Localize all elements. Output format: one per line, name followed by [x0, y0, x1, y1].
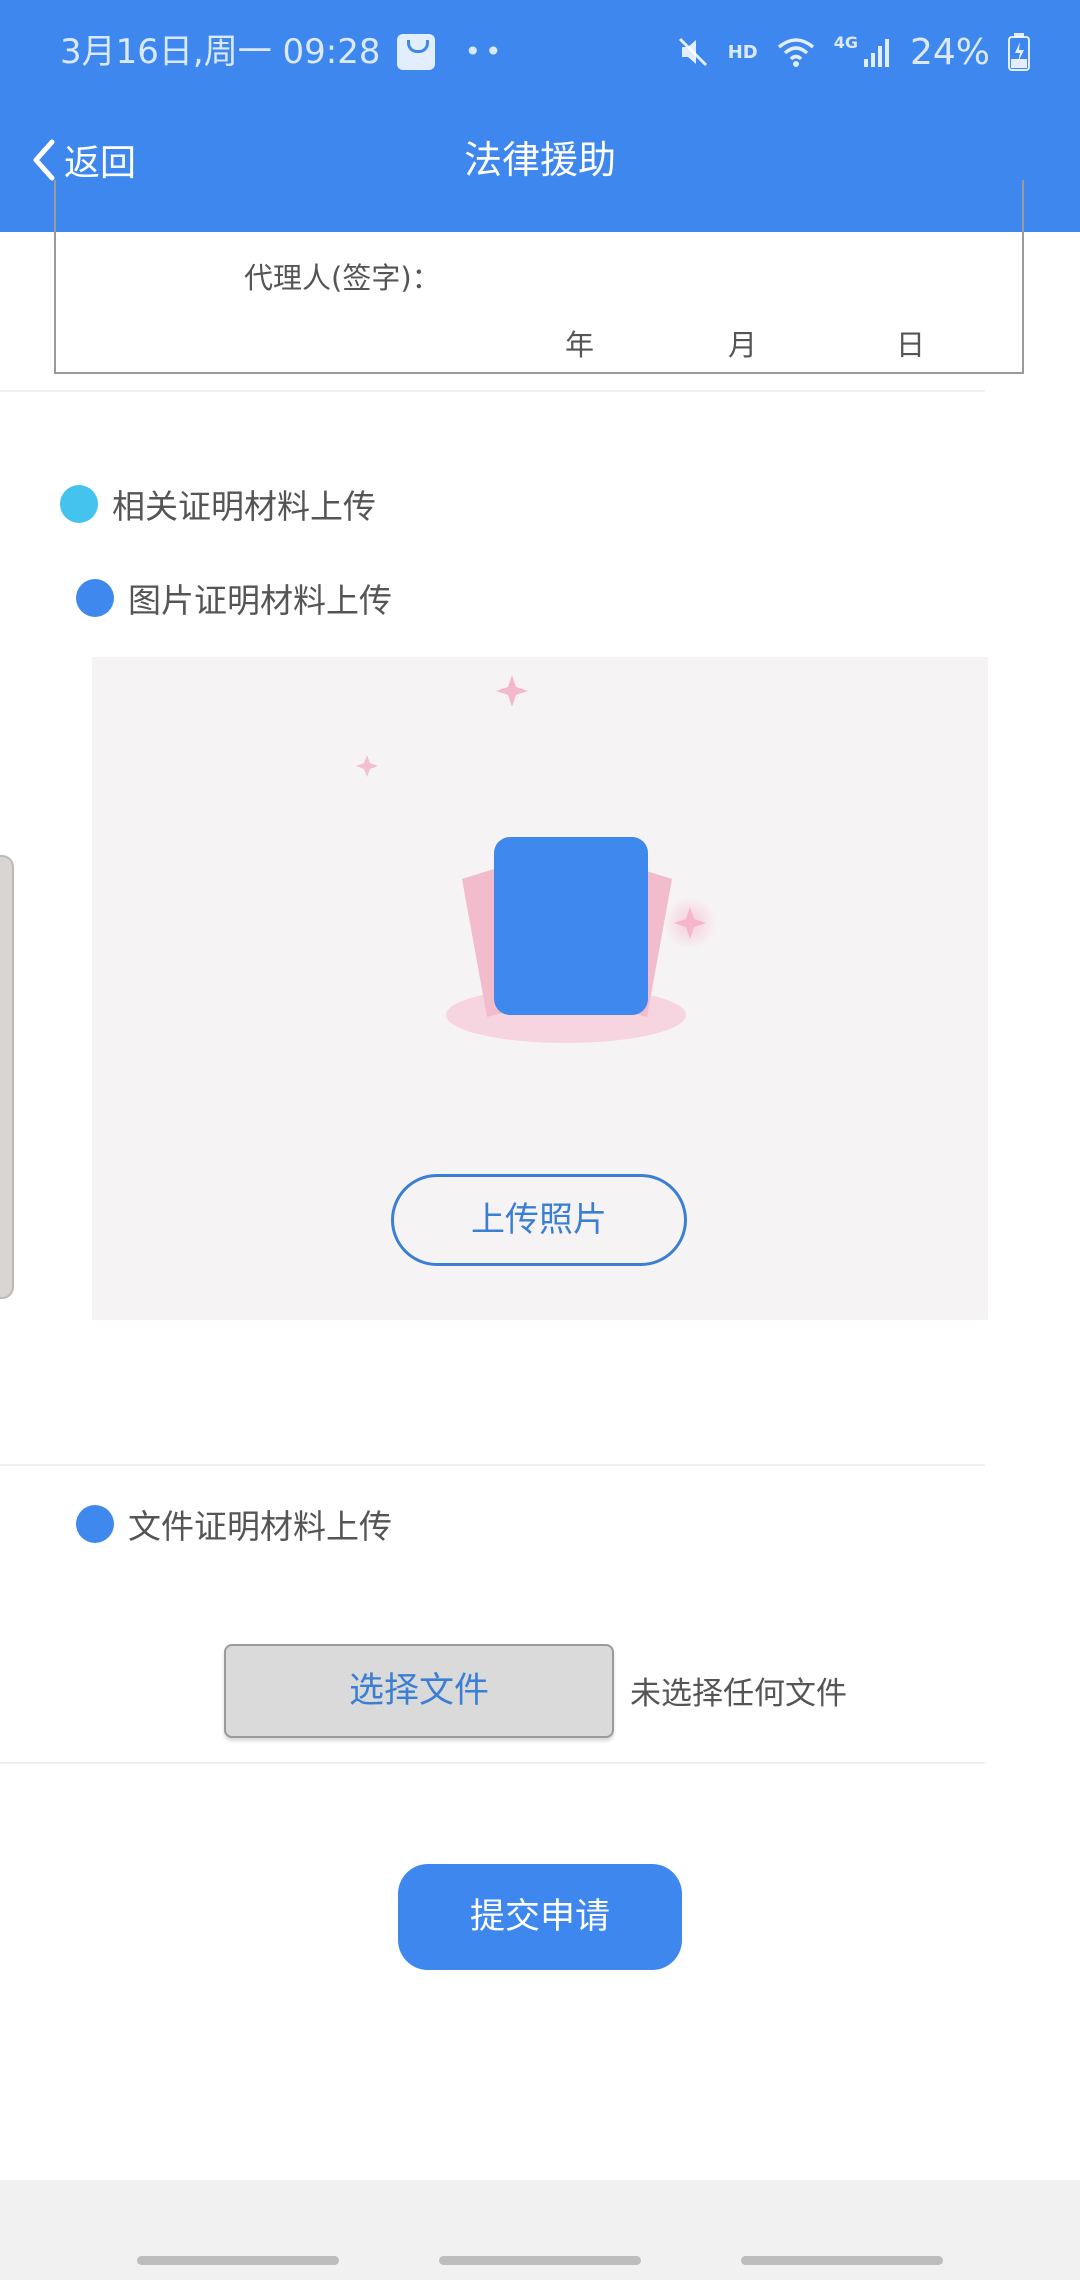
- nav-home-button[interactable]: [439, 2256, 641, 2265]
- network-type: 4G: [833, 32, 858, 52]
- nav-back-button[interactable]: [741, 2256, 943, 2265]
- wifi-icon: [777, 38, 814, 67]
- bullet-dot: [76, 579, 114, 617]
- status-dots: ••: [464, 35, 506, 68]
- divider: [0, 1762, 985, 1764]
- shopping-bag-icon: [396, 34, 435, 70]
- status-bar-left: 3月16日,周一 09:28 ••: [60, 30, 506, 74]
- agent-signature-label: 代理人(签字)：: [244, 261, 441, 295]
- section-title-text: 文件证明材料上传: [128, 1507, 392, 1546]
- file-status-text: 未选择任何文件: [630, 1676, 847, 1712]
- section-related-materials: 相关证明材料上传: [60, 480, 376, 528]
- choose-file-button[interactable]: 选择文件: [224, 1644, 614, 1738]
- system-navigation-bar: [0, 2180, 1080, 2280]
- divider: [0, 390, 985, 392]
- submit-application-button[interactable]: 提交申请: [398, 1864, 682, 1970]
- divider: [0, 1464, 985, 1466]
- day-label: 日: [896, 328, 926, 362]
- month-label: 月: [728, 328, 758, 362]
- hd-indicator: HD: [727, 41, 758, 63]
- bullet-dot: [60, 485, 98, 523]
- upload-photo-button[interactable]: 上传照片: [391, 1174, 687, 1266]
- edge-panel-handle[interactable]: [0, 855, 14, 1299]
- section-title-text: 相关证明材料上传: [112, 487, 376, 526]
- status-bar-right: HD 4G 24%: [676, 28, 1030, 76]
- section-title-text: 图片证明材料上传: [128, 581, 392, 620]
- battery-charging-icon: [1008, 33, 1030, 71]
- year-label: 年: [565, 328, 595, 362]
- battery-percent: 24%: [909, 31, 990, 73]
- section-file-materials: 文件证明材料上传: [76, 1500, 392, 1548]
- mute-icon: [678, 37, 707, 67]
- section-image-materials: 图片证明材料上传: [76, 574, 392, 622]
- photo-upload-area: 上传照片: [92, 657, 988, 1320]
- signature-box: [54, 180, 1024, 374]
- bullet-dot: [76, 1505, 114, 1543]
- nav-recents-button[interactable]: [137, 2256, 339, 2265]
- status-datetime: 3月16日,周一 09:28: [60, 32, 381, 72]
- signal-icon: [863, 39, 889, 67]
